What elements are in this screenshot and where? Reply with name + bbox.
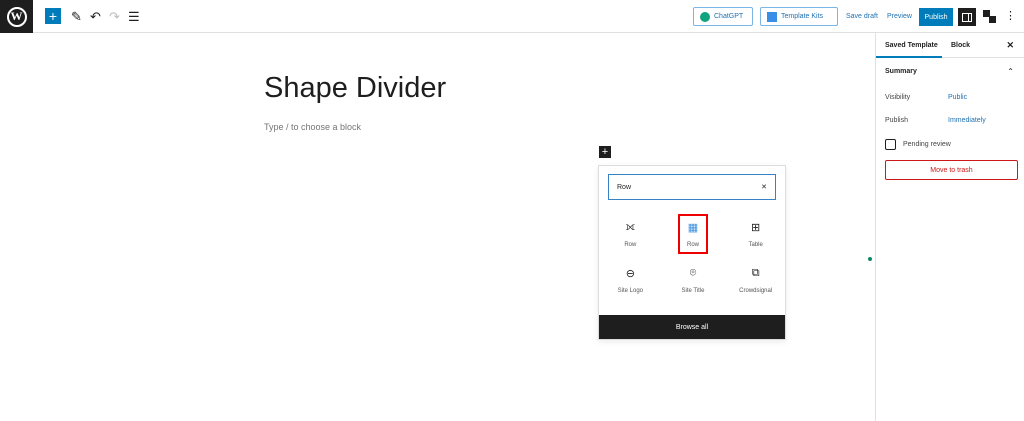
more-options-icon[interactable]: ⋮ bbox=[1005, 9, 1016, 22]
publish-date-value[interactable]: Immediately bbox=[948, 117, 986, 124]
edit-tool-icon[interactable]: ✎ bbox=[71, 9, 82, 25]
map-pin-icon: ⌾ bbox=[689, 266, 697, 279]
block-item-site-title[interactable]: ⌾ Site Title bbox=[662, 262, 725, 298]
embed-icon: ⧉ bbox=[751, 266, 760, 279]
inline-add-block-button[interactable]: + bbox=[599, 146, 611, 158]
browse-all-button[interactable]: Browse all bbox=[599, 315, 785, 339]
redo-icon[interactable]: ↷ bbox=[109, 9, 120, 25]
block-inserter-popover: Row ✕ ⟗ Row ▦ Row ⊞ Table ⊖ Site Logo ⌾ Site T… bbox=[598, 165, 786, 340]
pending-review-checkbox[interactable] bbox=[885, 139, 896, 150]
template-kits-button[interactable]: Template Kits bbox=[760, 7, 838, 26]
summary-panel-toggle[interactable]: Summary bbox=[885, 68, 917, 75]
table-icon: ⊞ bbox=[751, 221, 761, 234]
active-tab-indicator bbox=[876, 56, 942, 58]
chevron-up-icon[interactable]: ⌃ bbox=[1007, 67, 1014, 76]
block-item-table[interactable]: ⊞ Table bbox=[724, 216, 787, 252]
row-layout-icon: ▦ bbox=[687, 221, 699, 234]
post-title[interactable]: Shape Divider bbox=[264, 72, 446, 105]
row-icon: ⟗ bbox=[625, 220, 636, 233]
publish-button[interactable]: Publish bbox=[919, 8, 953, 26]
add-block-button[interactable]: + bbox=[45, 8, 61, 24]
close-sidebar-icon[interactable]: ✕ bbox=[1006, 40, 1014, 51]
undo-icon[interactable]: ↶ bbox=[90, 9, 101, 25]
plugin-icon[interactable] bbox=[983, 10, 996, 23]
sidebar-icon bbox=[962, 12, 972, 22]
block-item-row-highlighted[interactable]: ▦ Row bbox=[677, 214, 709, 254]
visibility-label: Visibility bbox=[885, 94, 911, 101]
block-item-row[interactable]: ⟗ Row bbox=[599, 216, 662, 252]
save-draft-button[interactable]: Save draft bbox=[846, 13, 878, 20]
status-dot bbox=[868, 257, 872, 261]
move-to-trash-button[interactable]: Move to trash bbox=[885, 160, 1018, 180]
preview-button[interactable]: Preview bbox=[887, 13, 912, 20]
top-toolbar: W + ✎ ↶ ↷ ☰ ChatGPT Template Kits Save d… bbox=[0, 0, 1024, 33]
list-view-icon[interactable]: ☰ bbox=[128, 9, 140, 25]
block-search-input[interactable]: Row ✕ bbox=[608, 174, 776, 200]
pending-review-label: Pending review bbox=[903, 141, 951, 148]
block-placeholder[interactable]: Type / to choose a block bbox=[264, 122, 361, 132]
template-kits-icon bbox=[767, 11, 777, 22]
tab-saved-template[interactable]: Saved Template bbox=[885, 42, 938, 49]
visibility-value[interactable]: Public bbox=[948, 94, 967, 101]
settings-sidebar: Saved Template Block ✕ Summary ⌃ Visibil… bbox=[875, 33, 1024, 421]
block-item-site-logo[interactable]: ⊖ Site Logo bbox=[599, 262, 662, 298]
block-item-crowdsignal[interactable]: ⧉ Crowdsignal bbox=[724, 262, 787, 298]
publish-label: Publish bbox=[885, 117, 908, 124]
chatgpt-button[interactable]: ChatGPT bbox=[693, 7, 753, 26]
site-logo-icon: ⊖ bbox=[625, 267, 635, 280]
tab-block[interactable]: Block bbox=[951, 42, 970, 49]
settings-sidebar-toggle[interactable] bbox=[958, 8, 976, 26]
clear-search-icon[interactable]: ✕ bbox=[761, 183, 767, 191]
wordpress-logo[interactable]: W bbox=[0, 0, 33, 33]
chatgpt-icon bbox=[700, 11, 710, 22]
